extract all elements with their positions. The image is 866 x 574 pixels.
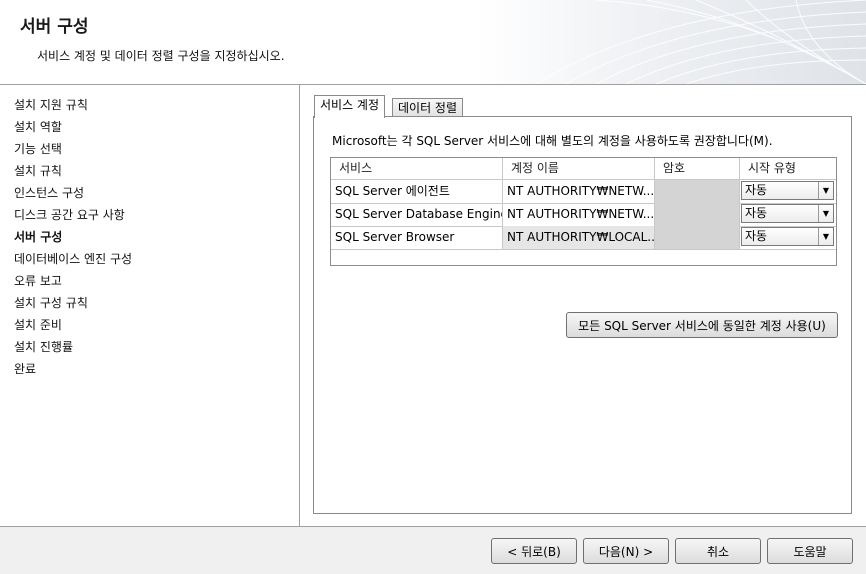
page-title: 서버 구성 — [20, 17, 89, 37]
password-cell[interactable] — [655, 226, 740, 249]
steps-nav: 설치 지원 규칙 설치 역할 기능 선택 설치 규칙 인스턴스 구성 디스크 공… — [0, 85, 300, 526]
nav-item-complete[interactable]: 완료 — [14, 360, 36, 377]
table-row[interactable]: SQL Server Browser NT AUTHORITY₩LOCAL...… — [331, 226, 836, 250]
service-accounts-grid: 서비스 계정 이름 암호 시작 유형 SQL Server 에이전트 NT AU… — [330, 157, 837, 266]
startup-type-dropdown[interactable]: 자동 ▼ — [741, 181, 834, 200]
column-header-startup-type[interactable]: 시작 유형 — [740, 158, 836, 179]
service-name-cell: SQL Server Browser — [331, 226, 503, 249]
header-banner: 서버 구성 서비스 계정 및 데이터 정렬 구성을 지정하십시오. — [0, 0, 866, 85]
grid-header-row: 서비스 계정 이름 암호 시작 유형 — [331, 158, 836, 180]
nav-item-feature-selection[interactable]: 기능 선택 — [14, 140, 62, 157]
password-cell[interactable] — [655, 203, 740, 226]
startup-type-dropdown[interactable]: 자동 ▼ — [741, 227, 834, 246]
service-name-cell: SQL Server 에이전트 — [331, 180, 503, 203]
startup-type-cell: 자동 ▼ — [740, 180, 836, 203]
nav-item-instance-configuration[interactable]: 인스턴스 구성 — [14, 184, 84, 201]
nav-item-database-engine-configuration[interactable]: 데이터베이스 엔진 구성 — [14, 250, 132, 267]
chevron-down-icon[interactable]: ▼ — [818, 205, 833, 222]
column-header-service[interactable]: 서비스 — [331, 158, 503, 179]
column-header-password[interactable]: 암호 — [655, 158, 740, 179]
use-same-account-button[interactable]: 모든 SQL Server 서비스에 동일한 계정 사용(U) — [566, 312, 838, 338]
nav-item-installation-configuration-rules[interactable]: 설치 구성 규칙 — [14, 294, 88, 311]
password-cell[interactable] — [655, 180, 740, 203]
nav-item-disk-space[interactable]: 디스크 공간 요구 사항 — [14, 206, 125, 223]
column-header-account-name[interactable]: 계정 이름 — [503, 158, 655, 179]
startup-type-dropdown[interactable]: 자동 ▼ — [741, 204, 834, 223]
tab-collation[interactable]: 데이터 정렬 — [392, 98, 464, 118]
tab-service-accounts[interactable]: 서비스 계정 — [314, 95, 386, 118]
page-subtitle: 서비스 계정 및 데이터 정렬 구성을 지정하십시오. — [37, 49, 285, 63]
nav-item-installation-rules[interactable]: 설치 규칙 — [14, 162, 62, 179]
nav-item-setup-support-rules[interactable]: 설치 지원 규칙 — [14, 96, 88, 113]
startup-type-value: 자동 — [745, 183, 768, 197]
startup-type-value: 자동 — [745, 206, 768, 220]
startup-type-cell: 자동 ▼ — [740, 226, 836, 249]
nav-item-server-configuration[interactable]: 서버 구성 — [14, 228, 62, 245]
service-name-cell: SQL Server Database Engine — [331, 203, 503, 226]
service-accounts-panel: Microsoft는 각 SQL Server 서비스에 대해 별도의 계정을 … — [313, 116, 852, 514]
back-button[interactable]: < 뒤로(B) — [491, 538, 577, 564]
help-button[interactable]: 도움말 — [767, 538, 853, 564]
header-decoration — [536, 0, 866, 84]
account-name-cell[interactable]: NT AUTHORITY₩NETW... — [503, 180, 655, 203]
footer-divider — [0, 526, 866, 527]
nav-item-installation-progress[interactable]: 설치 진행률 — [14, 338, 73, 355]
account-name-cell[interactable]: NT AUTHORITY₩NETW... — [503, 203, 655, 226]
main-content: 서비스 계정 데이터 정렬 Microsoft는 각 SQL Server 서비… — [300, 85, 866, 526]
account-name-cell[interactable]: NT AUTHORITY₩LOCAL... — [503, 226, 655, 249]
nav-item-setup-role[interactable]: 설치 역할 — [14, 118, 62, 135]
chevron-down-icon[interactable]: ▼ — [818, 228, 833, 245]
next-button[interactable]: 다음(N) > — [583, 538, 669, 564]
table-row[interactable]: SQL Server Database Engine NT AUTHORITY₩… — [331, 203, 836, 227]
startup-type-value: 자동 — [745, 229, 768, 243]
nav-item-error-reporting[interactable]: 오류 보고 — [14, 272, 62, 289]
cancel-button[interactable]: 취소 — [675, 538, 761, 564]
chevron-down-icon[interactable]: ▼ — [818, 182, 833, 199]
startup-type-cell: 자동 ▼ — [740, 203, 836, 226]
table-row[interactable]: SQL Server 에이전트 NT AUTHORITY₩NETW... 자동 … — [331, 180, 836, 204]
recommendation-text: Microsoft는 각 SQL Server 서비스에 대해 별도의 계정을 … — [332, 134, 773, 148]
nav-item-ready-to-install[interactable]: 설치 준비 — [14, 316, 62, 333]
